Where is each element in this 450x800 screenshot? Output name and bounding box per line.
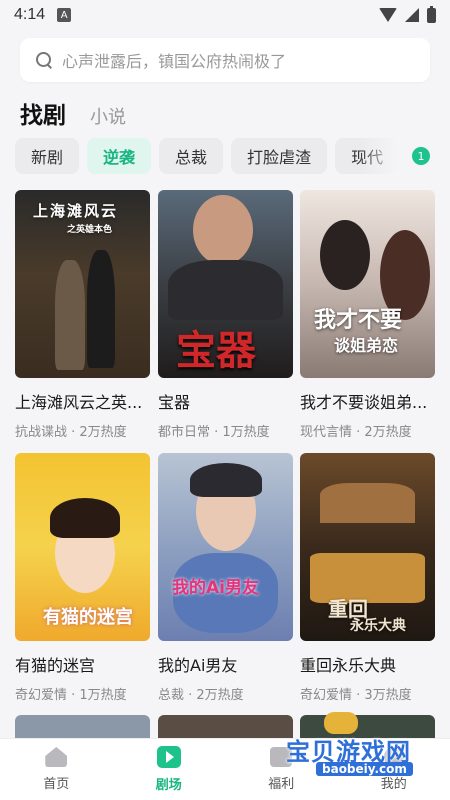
- drama-card[interactable]: 重回 永乐大典 重回永乐大典 奇幻爱情 · 3万热度: [300, 453, 435, 703]
- signal-icon: [405, 8, 419, 22]
- drama-meta: 都市日常 · 1万热度: [158, 425, 270, 440]
- drama-meta: 总裁 · 2万热度: [158, 688, 244, 703]
- poster-title-text: 我的Ai男友: [172, 578, 259, 598]
- search-placeholder: 心声泄露后，镇国公府热闹极了: [62, 52, 287, 71]
- nav-home[interactable]: 首页: [21, 747, 91, 792]
- tab-find-drama[interactable]: 找剧: [20, 96, 66, 130]
- poster-figure: [193, 195, 253, 265]
- drama-meta: 奇幻爱情 · 3万热度: [300, 688, 412, 703]
- category-chips: 新剧 逆袭 总裁 打脸虐渣 现代: [15, 138, 415, 174]
- drama-card[interactable]: 宝器 宝器 都市日常 · 1万热度: [158, 190, 293, 440]
- drama-title[interactable]: 重回永乐大典: [300, 652, 435, 676]
- poster-title-text: 上海滩风云: [33, 202, 119, 220]
- title-tabs: 找剧 小说: [20, 96, 126, 130]
- wifi-icon: [379, 8, 397, 22]
- drama-poster[interactable]: 我的Ai男友: [158, 453, 293, 641]
- nav-theater[interactable]: 剧场: [134, 746, 204, 793]
- poster-figure: [55, 260, 85, 370]
- chip-ceo[interactable]: 总裁: [159, 138, 224, 174]
- drama-title[interactable]: 我的Ai男友: [158, 652, 293, 676]
- watermark-logo-icon: [324, 712, 358, 734]
- drama-poster[interactable]: 重回 永乐大典: [300, 453, 435, 641]
- chip-badge: 1: [412, 147, 430, 165]
- watermark: 宝贝游戏网 baobeiy.com: [268, 708, 428, 778]
- poster-subtitle-text: 永乐大典: [350, 618, 406, 634]
- chip-scroll-fade: [360, 138, 415, 174]
- play-icon: [156, 746, 181, 768]
- drama-meta: 抗战谍战 · 2万热度: [15, 425, 127, 440]
- drama-card[interactable]: 我才不要 谈姐弟恋 我才不要谈姐弟... 现代言情 · 2万热度: [300, 190, 435, 440]
- chip-comeback[interactable]: 逆袭: [87, 138, 152, 174]
- drama-card[interactable]: 有猫的迷宫 有猫的迷宫 奇幻爱情 · 1万热度: [15, 453, 150, 703]
- home-icon: [45, 747, 68, 767]
- drama-title[interactable]: 上海滩风云之英...: [15, 389, 150, 413]
- poster-title-text: 我才不要: [314, 308, 403, 333]
- drama-poster[interactable]: 有猫的迷宫: [15, 453, 150, 641]
- status-icons: [379, 5, 436, 23]
- drama-card[interactable]: 我的Ai男友 我的Ai男友 总裁 · 2万热度: [158, 453, 293, 703]
- chip-revenge[interactable]: 打脸虐渣: [231, 138, 328, 174]
- poster-figure: [168, 260, 283, 320]
- watermark-url: baobeiy.com: [316, 762, 413, 776]
- drama-poster[interactable]: 宝器: [158, 190, 293, 378]
- poster-title-text: 宝器: [176, 328, 256, 374]
- battery-icon: [427, 5, 436, 23]
- drama-title[interactable]: 有猫的迷宫: [15, 652, 150, 676]
- search-icon: [36, 52, 52, 68]
- drama-poster[interactable]: 上海滩风云 之英雄本色: [15, 190, 150, 378]
- poster-subtitle-text: 谈姐弟恋: [334, 336, 399, 355]
- poster-figure: [320, 483, 415, 523]
- drama-title[interactable]: 宝器: [158, 389, 293, 413]
- tab-novel[interactable]: 小说: [90, 103, 126, 129]
- drama-poster[interactable]: 我才不要 谈姐弟恋: [300, 190, 435, 378]
- drama-title[interactable]: 我才不要谈姐弟...: [300, 389, 435, 413]
- notification-icon: A: [57, 8, 72, 22]
- drama-meta: 现代言情 · 2万热度: [300, 425, 412, 440]
- search-input[interactable]: 心声泄露后，镇国公府热闹极了: [20, 38, 430, 82]
- status-time: 4:14: [14, 6, 46, 23]
- poster-title-text: 有猫的迷宫: [43, 607, 133, 628]
- chip-new[interactable]: 新剧: [15, 138, 80, 174]
- status-bar: 4:14 A: [0, 0, 450, 30]
- drama-meta: 奇幻爱情 · 1万热度: [15, 688, 127, 703]
- drama-card[interactable]: 上海滩风云 之英雄本色 上海滩风云之英... 抗战谍战 · 2万热度: [15, 190, 150, 440]
- poster-figure: [50, 498, 120, 538]
- poster-figure: [87, 250, 115, 368]
- poster-subtitle-text: 之英雄本色: [67, 225, 113, 235]
- poster-figure: [190, 463, 262, 497]
- nav-label: 首页: [43, 777, 70, 792]
- nav-label: 剧场: [155, 778, 182, 793]
- poster-figure: [320, 220, 370, 290]
